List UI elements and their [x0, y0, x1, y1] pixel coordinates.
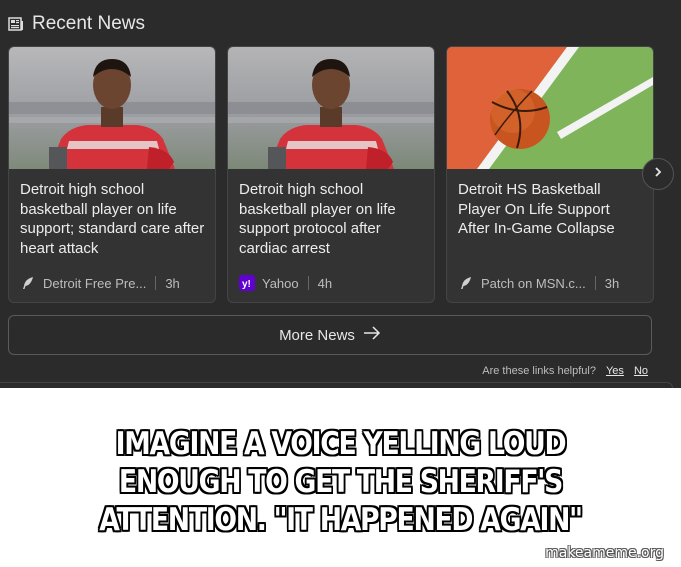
news-meta: Patch on MSN.c... 3h: [458, 275, 643, 291]
section-title: Recent News: [32, 13, 145, 34]
more-news-button[interactable]: More News: [8, 315, 652, 355]
feedback-bar: Are these links helpful? Yes No: [482, 365, 648, 377]
news-meta: Detroit Free Pre... 3h: [20, 275, 205, 291]
basketball-court-photo: [447, 47, 653, 169]
feedback-no-link[interactable]: No: [634, 365, 648, 377]
news-time: 4h: [317, 275, 333, 291]
news-time: 3h: [165, 275, 180, 291]
divider: [155, 276, 157, 290]
next-button[interactable]: [642, 158, 674, 190]
news-headline[interactable]: Detroit HS Basketball Player On Life Sup…: [458, 180, 643, 239]
news-time: 3h: [604, 275, 620, 291]
yahoo-icon: y!: [239, 275, 255, 291]
feedback-yes-link[interactable]: Yes: [606, 365, 624, 377]
news-panel: Recent News Detroit high school basketba…: [0, 0, 681, 388]
news-card[interactable]: Detroit high school basketball player on…: [227, 46, 435, 303]
player-photo: [9, 47, 215, 169]
next-section-edge: [0, 382, 673, 388]
newspaper-icon: [8, 16, 24, 32]
section-header: Recent News: [8, 12, 145, 36]
news-headline[interactable]: Detroit high school basketball player on…: [20, 180, 205, 258]
chevron-right-icon: [652, 165, 664, 183]
news-source: Yahoo: [262, 275, 299, 291]
news-source: Patch on MSN.c...: [481, 275, 586, 291]
divider: [594, 276, 596, 290]
arrow-right-icon: [355, 326, 381, 344]
watermark: makeameme.org: [545, 545, 664, 561]
news-meta: y! Yahoo 4h: [239, 275, 424, 291]
divider: [307, 276, 309, 290]
meme-caption: IMAGINE A VOICE YELLING LOUD ENOUGH TO G…: [99, 426, 583, 538]
news-card[interactable]: Detroit high school basketball player on…: [8, 46, 216, 303]
news-source: Detroit Free Pre...: [43, 275, 147, 291]
svg-text:y!: y!: [242, 279, 251, 290]
feedback-question: Are these links helpful?: [482, 365, 596, 377]
feather-icon: [458, 275, 474, 291]
feather-icon: [20, 275, 36, 291]
player-photo: [228, 47, 434, 169]
news-headline[interactable]: Detroit high school basketball player on…: [239, 180, 424, 258]
more-news-label: More News: [279, 326, 355, 344]
news-card[interactable]: Detroit HS Basketball Player On Life Sup…: [446, 46, 654, 303]
